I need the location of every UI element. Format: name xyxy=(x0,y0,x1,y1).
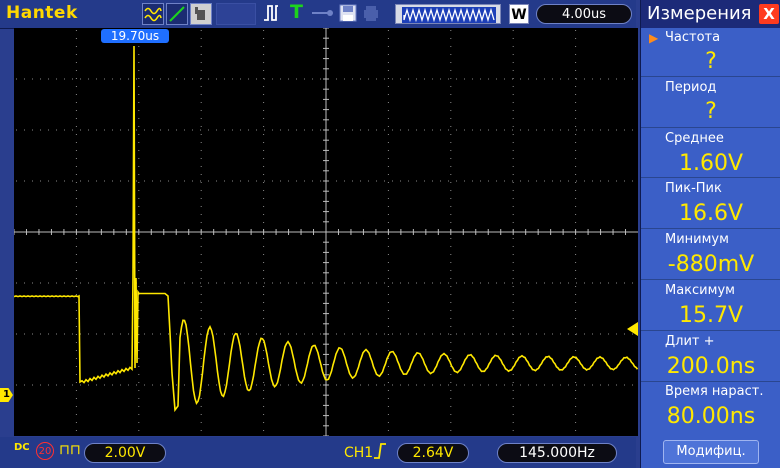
scope-display[interactable] xyxy=(14,28,638,436)
trigger-source-label: CH1 xyxy=(344,445,374,461)
trigger-level-marker[interactable] xyxy=(627,322,638,336)
trigger-status-icon: T xyxy=(290,1,303,23)
measure-value-frequency: ? xyxy=(705,49,717,74)
measure-separator xyxy=(641,279,780,280)
measure-label-rise-time[interactable]: Время нараст. xyxy=(665,384,779,399)
toolbar-blank-slot xyxy=(216,3,256,25)
measure-value-pk-pk: 16.6V xyxy=(678,201,744,226)
usb-icon xyxy=(310,3,334,25)
measure-label-min[interactable]: Минимум xyxy=(665,232,779,247)
frequency-counter: 145.000Hz xyxy=(497,443,617,463)
measure-value-pos-width: 200.0ns xyxy=(666,354,756,379)
measurements-panel: Измерения X ▶ Частота ? Период ? Среднее… xyxy=(640,0,780,468)
measure-value-rise-time: 80.00ns xyxy=(666,404,756,429)
ch1-volts-per-div[interactable]: 2.00V xyxy=(84,443,166,463)
bottom-status-bar: DC 20 ⊓⊓ 2.00V CH1 2.64V 145.000Hz xyxy=(0,437,636,468)
rising-edge-icon xyxy=(373,442,387,464)
wave-window-button[interactable]: W xyxy=(509,4,529,24)
timebase-display[interactable]: 4.00us xyxy=(536,4,632,24)
time-cursor-label[interactable]: 19.70us xyxy=(101,29,169,43)
measure-separator xyxy=(641,177,780,178)
measure-value-min: -880mV xyxy=(667,252,755,277)
memory-position-strip[interactable] xyxy=(395,4,501,24)
measure-separator xyxy=(641,127,780,128)
measure-label-pk-pk[interactable]: Пик-Пик xyxy=(665,181,779,196)
dc-coupling-icon: DC xyxy=(14,442,30,453)
brand-logo: Hantek xyxy=(6,3,78,23)
probe-pulse-icon: ⊓⊓ xyxy=(59,442,81,458)
ch1-ground-marker[interactable]: 1 xyxy=(0,388,13,402)
measure-label-max[interactable]: Максимум xyxy=(665,283,779,298)
save-icon[interactable] xyxy=(338,3,358,25)
measure-separator xyxy=(641,76,780,77)
measure-label-pos-width[interactable]: Длит + xyxy=(665,334,779,349)
selected-item-arrow: ▶ xyxy=(649,31,659,45)
measure-value-max: 15.7V xyxy=(678,303,744,328)
measure-separator xyxy=(641,381,780,382)
scope-canvas xyxy=(14,28,638,436)
measure-label-period[interactable]: Период xyxy=(665,80,779,95)
top-toolbar: Hantek T W 4.00us xyxy=(0,0,636,29)
close-panel-button[interactable]: X xyxy=(759,4,779,24)
measure-label-mean[interactable]: Среднее xyxy=(665,131,779,146)
bandwidth-limit-icon: 20 xyxy=(36,442,54,460)
xy-mode-icon[interactable] xyxy=(166,3,188,25)
hand-pan-icon[interactable] xyxy=(190,3,212,25)
measure-label-frequency[interactable]: Частота xyxy=(665,30,779,45)
trigger-level-display[interactable]: 2.64V xyxy=(397,443,469,463)
measure-value-mean: 1.60V xyxy=(678,151,744,176)
print-icon[interactable] xyxy=(361,3,381,25)
measure-separator xyxy=(641,228,780,229)
measure-value-period: ? xyxy=(705,99,717,124)
wave-display-icon[interactable] xyxy=(142,3,164,25)
trigger-pulse-icon[interactable] xyxy=(262,2,288,24)
measure-separator xyxy=(641,330,780,331)
modify-button[interactable]: Модифиц. xyxy=(663,440,759,464)
